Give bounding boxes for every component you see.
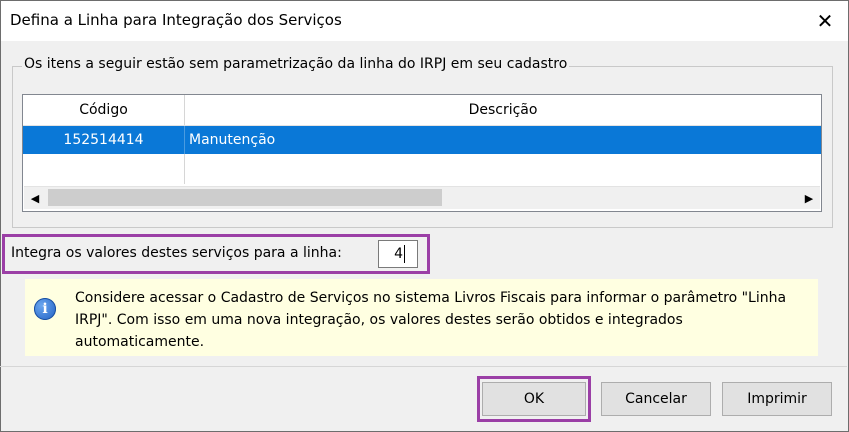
- scroll-left-icon[interactable]: ◀: [24, 187, 46, 209]
- linha-input-value: 4: [394, 246, 403, 262]
- info-panel: i Considere acessar o Cadastro de Serviç…: [25, 279, 818, 356]
- grid-header: Código Descrição: [23, 95, 821, 126]
- info-icon: i: [34, 298, 56, 320]
- footer-separator: [0, 366, 847, 367]
- table-row[interactable]: 152514414 Manutenção: [23, 126, 821, 154]
- linha-input[interactable]: 4: [378, 240, 418, 268]
- print-button[interactable]: Imprimir: [722, 382, 832, 416]
- column-divider: [184, 154, 185, 184]
- close-icon[interactable]: ✕: [802, 1, 848, 41]
- text-caret: [404, 245, 405, 263]
- column-header-descricao[interactable]: Descrição: [185, 95, 821, 125]
- window-title: Defina a Linha para Integração dos Servi…: [10, 11, 342, 29]
- cancel-button[interactable]: Cancelar: [601, 382, 711, 416]
- scroll-thumb[interactable]: [48, 189, 442, 206]
- scroll-right-icon[interactable]: ▶: [798, 187, 820, 209]
- column-header-codigo[interactable]: Código: [23, 95, 185, 125]
- linha-label: Integra os valores destes serviços para …: [11, 245, 342, 261]
- cell-codigo: 152514414: [23, 126, 185, 154]
- horizontal-scrollbar[interactable]: ◀ ▶: [24, 186, 820, 209]
- services-grid[interactable]: Código Descrição 152514414 Manutenção ◀ …: [22, 94, 822, 212]
- info-message: Considere acessar o Cadastro de Serviços…: [75, 290, 787, 350]
- title-bar: Defina a Linha para Integração dos Servi…: [1, 1, 848, 41]
- cell-descricao: Manutenção: [189, 132, 276, 148]
- ok-button[interactable]: OK: [482, 382, 586, 416]
- group-legend: Os itens a seguir estão sem parametrizaç…: [22, 56, 570, 72]
